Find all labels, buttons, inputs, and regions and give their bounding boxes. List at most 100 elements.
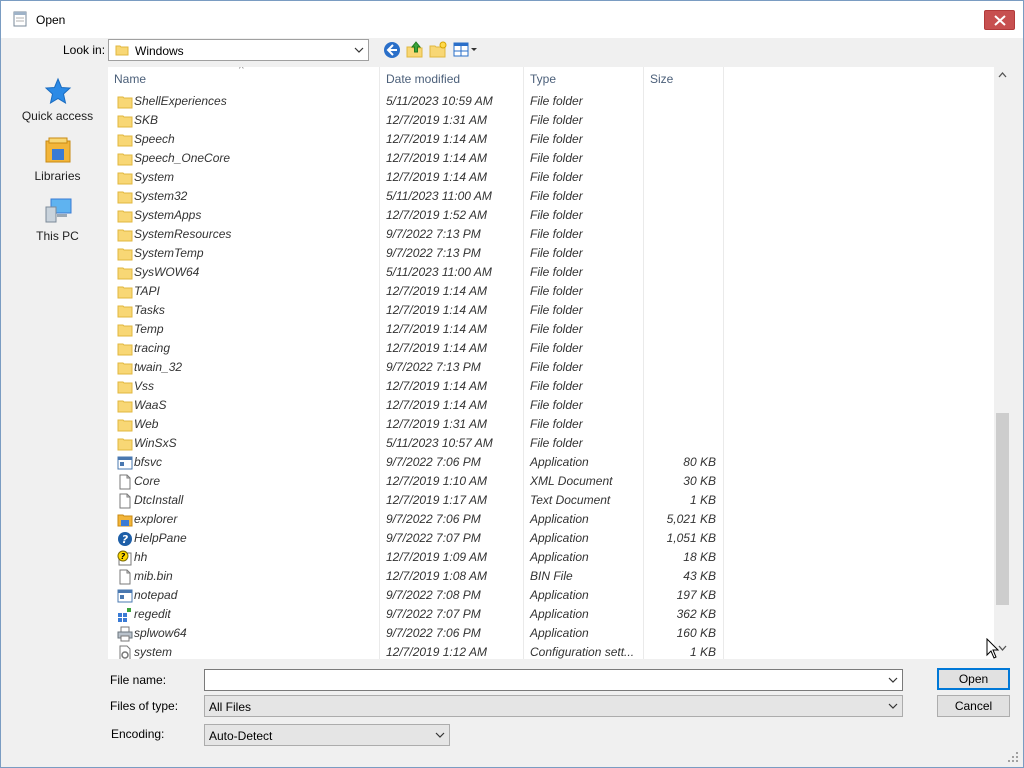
date-modified-cell: 9/7/2022 7:07 PM: [386, 531, 481, 545]
chevron-down-icon[interactable]: [888, 676, 898, 684]
folder-icon: [117, 170, 133, 186]
window-title: Open: [36, 13, 66, 27]
folder-icon: [117, 113, 133, 129]
date-modified-cell: 12/7/2019 1:08 AM: [386, 569, 487, 583]
column-name[interactable]: Name: [108, 67, 379, 91]
file-type-cell: File folder: [530, 322, 583, 336]
file-name-cell: mib.bin: [134, 569, 173, 583]
folder-icon: [117, 436, 133, 452]
file-row[interactable]: mib.bin 12/7/2019 1:08 AM BIN File 43 KB: [108, 567, 994, 586]
place-this-pc[interactable]: This PC: [9, 197, 106, 255]
date-modified-cell: 12/7/2019 1:12 AM: [386, 645, 487, 659]
file-row[interactable]: regedit 9/7/2022 7:07 PM Application 362 KB: [108, 605, 994, 624]
view-menu-icon[interactable]: [453, 41, 479, 59]
date-modified-cell: 5/11/2023 11:00 AM: [386, 189, 492, 203]
file-list[interactable]: ^ Name Date modified Type Size ShellExpe…: [108, 67, 994, 659]
folder-icon: [117, 246, 133, 262]
file-row[interactable]: SystemTemp 9/7/2022 7:13 PM File folder: [108, 244, 994, 263]
file-row[interactable]: WinSxS 5/11/2023 10:57 AM File folder: [108, 434, 994, 453]
file-name-cell: twain_32: [134, 360, 183, 374]
file-row[interactable]: TAPI 12/7/2019 1:14 AM File folder: [108, 282, 994, 301]
file-type-cell: File folder: [530, 284, 583, 298]
file-name-cell: TAPI: [134, 284, 160, 298]
scroll-up-icon[interactable]: [998, 72, 1007, 78]
document-icon: [117, 493, 133, 509]
file-type-cell: BIN File: [530, 569, 573, 583]
file-type-cell: File folder: [530, 398, 583, 412]
column-size[interactable]: Size: [644, 67, 723, 91]
column-date-modified[interactable]: Date modified: [380, 67, 523, 91]
file-row[interactable]: DtcInstall 12/7/2019 1:17 AM Text Document…: [108, 491, 994, 510]
scroll-thumb[interactable]: [996, 413, 1009, 605]
help-icon: ?: [117, 531, 133, 547]
file-row[interactable]: SKB 12/7/2019 1:31 AM File folder: [108, 111, 994, 130]
file-row[interactable]: SystemApps 12/7/2019 1:52 AM File folder: [108, 206, 994, 225]
place-quick-access[interactable]: Quick access: [9, 77, 106, 135]
file-type-cell: Configuration sett...: [530, 645, 635, 659]
file-size-cell: 18 KB: [683, 550, 716, 564]
file-row[interactable]: SystemResources 9/7/2022 7:13 PM File fold…: [108, 225, 994, 244]
file-row[interactable]: Temp 12/7/2019 1:14 AM File folder: [108, 320, 994, 339]
file-name-cell: Temp: [134, 322, 164, 336]
file-row[interactable]: explorer 9/7/2022 7:06 PM Application 5,021…: [108, 510, 994, 529]
chevron-down-icon: [435, 732, 445, 738]
file-row[interactable]: notepad 9/7/2022 7:08 PM Application 197 KB: [108, 586, 994, 605]
file-row[interactable]: System 12/7/2019 1:14 AM File folder: [108, 168, 994, 187]
file-row[interactable]: Core 12/7/2019 1:10 AM XML Document 30 KB: [108, 472, 994, 491]
file-row[interactable]: ? HelpPane 9/7/2022 7:07 PM Application 1,05…: [108, 529, 994, 548]
file-row[interactable]: ? hh 12/7/2019 1:09 AM Application 18 KB: [108, 548, 994, 567]
back-icon[interactable]: [383, 41, 401, 59]
file-type-cell: Application: [530, 607, 589, 621]
file-row[interactable]: ShellExperiences 5/11/2023 10:59 AM File f…: [108, 92, 994, 111]
file-name-cell: ShellExperiences: [134, 94, 227, 108]
file-row[interactable]: Web 12/7/2019 1:31 AM File folder: [108, 415, 994, 434]
place-libraries[interactable]: Libraries: [9, 137, 106, 195]
file-type-cell: File folder: [530, 113, 583, 127]
resize-grip-icon[interactable]: [1007, 751, 1019, 763]
date-modified-cell: 12/7/2019 1:14 AM: [386, 284, 487, 298]
file-row[interactable]: bfsvc 9/7/2022 7:06 PM Application 80 KB: [108, 453, 994, 472]
date-modified-cell: 9/7/2022 7:06 PM: [386, 512, 481, 526]
open-button[interactable]: Open: [937, 668, 1010, 690]
file-row[interactable]: SysWOW64 5/11/2023 11:00 AM File folder: [108, 263, 994, 282]
notepad-app-icon: [13, 11, 27, 27]
file-row[interactable]: splwow64 9/7/2022 7:06 PM Application 160 K…: [108, 624, 994, 643]
files-of-type-select[interactable]: All Files: [204, 695, 903, 717]
date-modified-cell: 5/11/2023 10:59 AM: [386, 94, 493, 108]
vertical-scrollbar[interactable]: [994, 67, 1011, 659]
file-row[interactable]: Vss 12/7/2019 1:14 AM File folder: [108, 377, 994, 396]
look-in-label: Look in:: [63, 43, 106, 57]
file-size-cell: 1 KB: [689, 645, 716, 659]
file-row[interactable]: Speech_OneCore 12/7/2019 1:14 AM File fold…: [108, 149, 994, 168]
encoding-select[interactable]: Auto-Detect: [204, 724, 450, 746]
file-name-cell: Core: [134, 474, 161, 488]
file-row[interactable]: twain_32 9/7/2022 7:13 PM File folder: [108, 358, 994, 377]
encoding-label: Encoding:: [111, 727, 165, 741]
file-type-cell: File folder: [530, 132, 583, 146]
close-button[interactable]: [984, 10, 1015, 30]
printer-icon: [117, 626, 133, 642]
file-row[interactable]: system 12/7/2019 1:12 AM Configuration set…: [108, 643, 994, 659]
file-row[interactable]: WaaS 12/7/2019 1:14 AM File folder: [108, 396, 994, 415]
computer-icon: [45, 198, 71, 223]
file-type-cell: File folder: [530, 265, 583, 279]
file-row[interactable]: System32 5/11/2023 11:00 AM File folder: [108, 187, 994, 206]
column-type[interactable]: Type: [524, 67, 643, 91]
document-icon: [117, 569, 133, 585]
file-name-input[interactable]: [209, 671, 879, 689]
cancel-button[interactable]: Cancel: [937, 695, 1010, 717]
file-name-cell: HelpPane: [134, 531, 187, 545]
file-name-cell: Speech_OneCore: [134, 151, 231, 165]
file-row[interactable]: Speech 12/7/2019 1:14 AM File folder: [108, 130, 994, 149]
new-folder-icon[interactable]: [429, 41, 447, 59]
file-name-combo[interactable]: [204, 669, 903, 691]
file-type-cell: Application: [530, 512, 589, 526]
file-row[interactable]: Tasks 12/7/2019 1:14 AM File folder: [108, 301, 994, 320]
file-size-cell: 1 KB: [689, 493, 716, 507]
up-folder-icon[interactable]: [406, 41, 424, 59]
file-type-cell: File folder: [530, 170, 583, 184]
look-in-dropdown[interactable]: Windows: [108, 39, 369, 61]
file-type-cell: File folder: [530, 246, 583, 260]
star-icon: [44, 77, 71, 105]
file-row[interactable]: tracing 12/7/2019 1:14 AM File folder: [108, 339, 994, 358]
